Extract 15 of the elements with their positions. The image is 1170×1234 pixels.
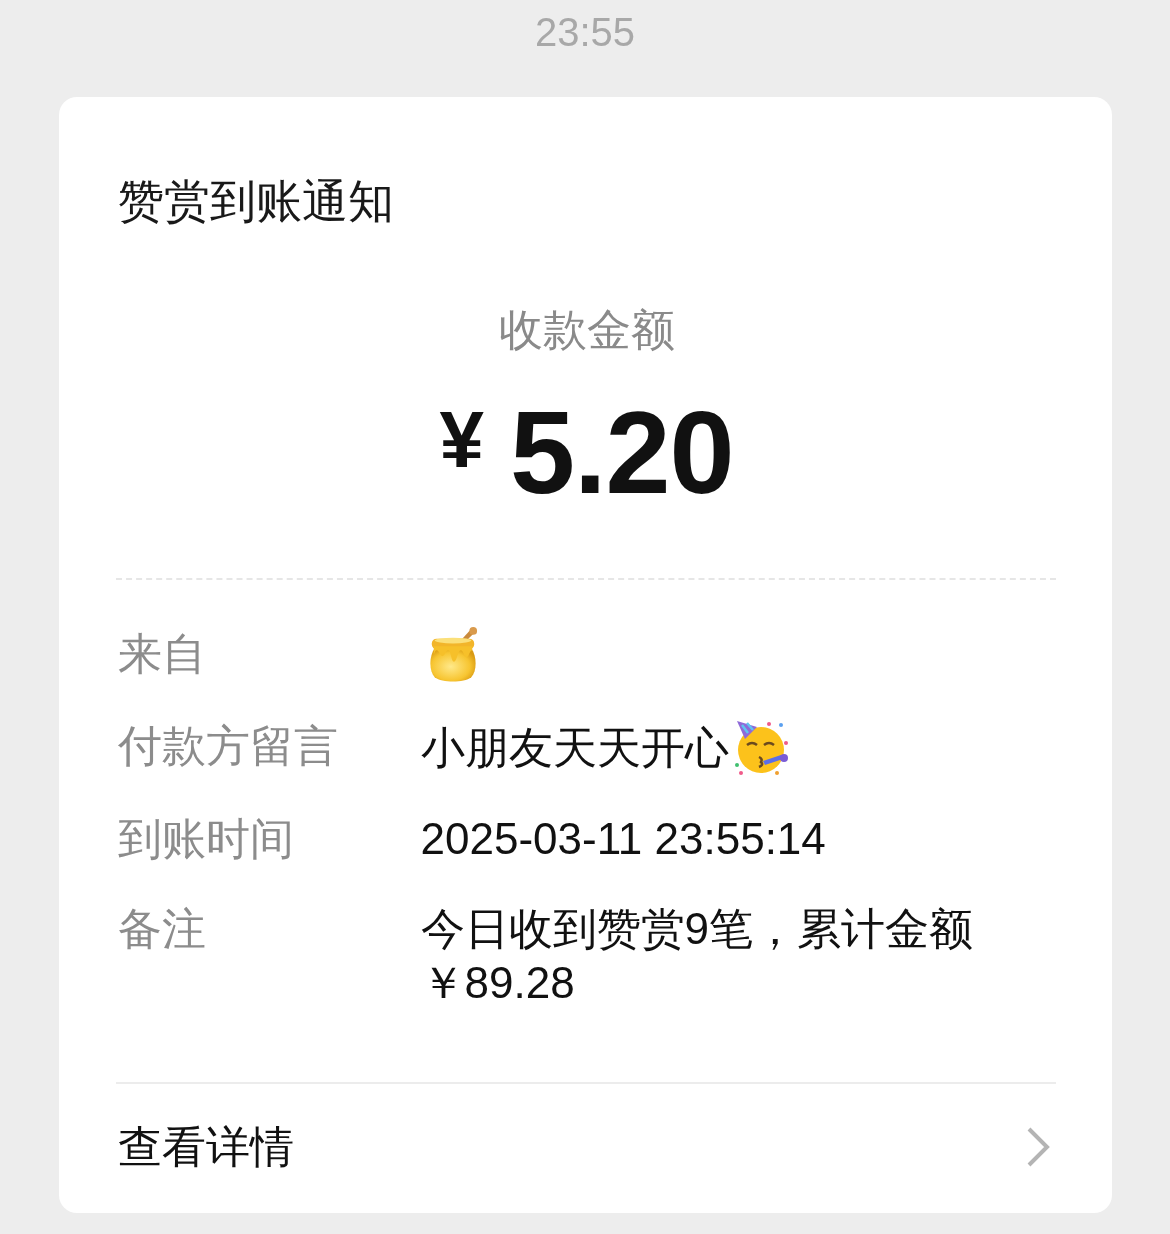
detail-value: 小朋友天天开心 xyxy=(420,721,729,774)
detail-label: 付款方留言 xyxy=(117,720,339,772)
detail-label: 备注 xyxy=(117,903,207,955)
view-details-button[interactable]: 查看详情 xyxy=(117,1117,1056,1177)
detail-value: 今日收到赞赏9笔，累计金额￥89.28 xyxy=(420,903,974,1009)
detail-label: 到账时间 xyxy=(117,813,295,865)
amount-label: 收款金额 xyxy=(498,304,675,356)
currency-symbol: ¥ xyxy=(439,400,484,480)
card-title: 赞赏到账通知 xyxy=(117,174,395,229)
chevron-icon xyxy=(1025,1127,1050,1167)
detail-label: 来自 xyxy=(117,628,207,680)
detail-value: 2025-03-11 23:55:14 xyxy=(420,813,826,865)
party-face-icon xyxy=(732,719,789,776)
amount-value: 5.20 xyxy=(509,394,734,512)
timestamp: 23:55 xyxy=(534,9,636,56)
